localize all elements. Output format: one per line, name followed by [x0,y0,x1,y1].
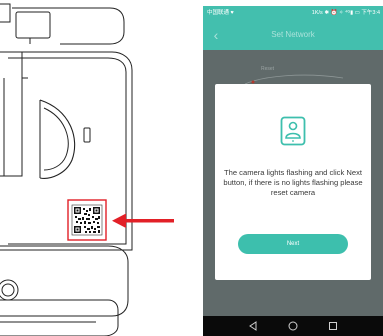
carrier-label: 中国联通 ♥ [207,10,234,16]
camera-illustration [0,3,174,336]
circle-home-icon[interactable] [287,320,299,332]
phone-screen: 中国联通 ♥ 1K/s ✱ ⏰ ✧ ⁴ᴳ▮ ▭ 下午3:4 ‹ Set Netw… [203,6,383,336]
triangle-back-icon[interactable] [247,320,259,332]
camera-mount [0,3,125,177]
navigation-bar [203,316,383,336]
qr-code-icon [67,199,107,241]
app-body: Reset The camera lights flashing and cli… [203,50,383,316]
app-header: ‹ Set Network [203,20,383,50]
status-indicators: 1K/s ✱ ⏰ ✧ ⁴ᴳ▮ ▭ 下午3:4 [311,10,380,16]
next-button[interactable]: Next [238,234,348,254]
camera-body [0,51,133,336]
red-arrow-icon [112,213,174,228]
square-recent-icon[interactable] [327,320,339,332]
camera-device-icon [280,116,306,146]
status-bar: 中国联通 ♥ 1K/s ✱ ⏰ ✧ ⁴ᴳ▮ ▭ 下午3:4 [203,6,383,20]
dialog: The camera lights flashing and click Nex… [215,84,371,280]
page-title: Set Network [271,30,315,39]
dialog-message: The camera lights flashing and click Nex… [223,168,363,197]
